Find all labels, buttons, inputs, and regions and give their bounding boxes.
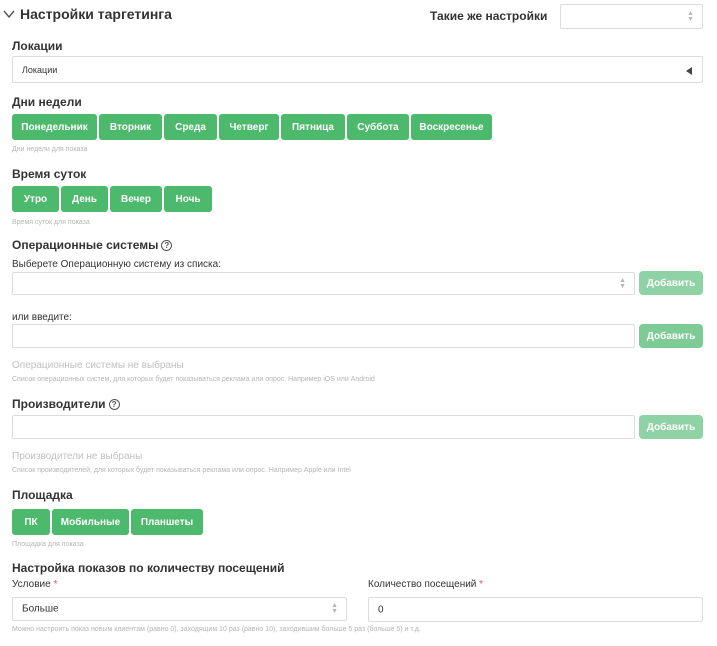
section-title: Настройки таргетинга <box>20 6 172 22</box>
day-button-monday[interactable]: Понедельник <box>12 114 97 140</box>
daytime-button-group: Утро День Вечер Ночь <box>12 186 212 212</box>
os-empty-text: Операционные системы не выбраны <box>12 360 184 371</box>
day-button-saturday[interactable]: Суббота <box>347 114 409 140</box>
sort-arrows-icon: ▲ ▼ <box>619 276 626 290</box>
locations-label: Локации <box>12 39 63 53</box>
os-hint: Список операционных систем, для которых … <box>12 376 375 383</box>
vendors-empty-text: Производители не выбраны <box>12 451 143 462</box>
os-or-label: или введите: <box>12 312 72 323</box>
help-icon[interactable]: ? <box>108 399 120 410</box>
visits-hint: Можно настроить показ новым клиентам (ра… <box>12 626 421 633</box>
sort-arrows-icon: ▲ ▼ <box>331 602 338 615</box>
vendors-label: Производители? <box>12 397 120 411</box>
platform-label: Площадка <box>12 488 73 502</box>
weekdays-hint: Дни недели для показа <box>12 146 88 153</box>
sort-arrows-icon: ▲ ▼ <box>687 9 694 23</box>
daytime-label: Время суток <box>12 167 87 181</box>
visits-label: Настройка показов по количеству посещени… <box>12 561 285 575</box>
day-button-tuesday[interactable]: Вторник <box>99 114 162 140</box>
os-select-label: Выберете Операционную систему из списка: <box>12 259 221 270</box>
visit-count-input[interactable]: 0 <box>368 597 703 622</box>
visit-count-label-text: Количество посещений <box>368 579 477 590</box>
time-button-evening[interactable]: Вечер <box>110 186 162 212</box>
chevron-down-icon[interactable] <box>2 7 16 21</box>
time-button-night[interactable]: Ночь <box>164 186 212 212</box>
day-button-wednesday[interactable]: Среда <box>164 114 217 140</box>
condition-label: Условие * <box>12 579 57 590</box>
time-button-day[interactable]: День <box>61 186 108 212</box>
vendors-add-button[interactable]: Добавить <box>639 415 703 439</box>
vendors-hint: Список производителей, для которых будет… <box>12 467 351 474</box>
os-label: Операционные системы? <box>12 238 173 252</box>
day-button-sunday[interactable]: Воскресенье <box>411 114 492 140</box>
day-button-thursday[interactable]: Четверг <box>219 114 279 140</box>
platform-hint: Площадка для показа <box>12 541 84 548</box>
condition-label-text: Условие <box>12 579 51 590</box>
caret-left-icon <box>686 67 692 75</box>
day-button-friday[interactable]: Пятница <box>281 114 345 140</box>
os-add-button[interactable]: Добавить <box>639 271 703 295</box>
os-select[interactable]: ▲ ▼ <box>12 272 635 295</box>
os-add-manual-button[interactable]: Добавить <box>639 324 703 348</box>
os-label-text: Операционные системы <box>12 238 159 252</box>
locations-select-value: Локации <box>22 64 58 75</box>
required-mark: * <box>479 579 484 590</box>
platform-button-mobile[interactable]: Мобильные <box>52 509 129 535</box>
condition-select[interactable]: Больше ▲ ▼ <box>12 597 347 621</box>
platform-button-tablet[interactable]: Планшеты <box>131 509 203 535</box>
visit-count-label: Количество посещений * <box>368 579 483 590</box>
vendors-input[interactable] <box>12 415 635 439</box>
daytime-hint: Время суток для показа <box>12 219 90 226</box>
os-input[interactable] <box>12 324 635 348</box>
visit-count-value: 0 <box>378 604 384 615</box>
locations-select[interactable]: Локации <box>12 56 703 83</box>
platform-button-group: ПК Мобильные Планшеты <box>12 509 203 535</box>
vendors-label-text: Производители <box>12 397 106 411</box>
time-button-morning[interactable]: Утро <box>12 186 59 212</box>
platform-button-pc[interactable]: ПК <box>12 509 50 535</box>
required-mark: * <box>53 579 58 590</box>
help-icon[interactable]: ? <box>161 240 173 251</box>
same-settings-label: Такие же настройки <box>430 9 548 23</box>
condition-select-value: Больше <box>22 603 59 615</box>
weekdays-button-group: Понедельник Вторник Среда Четверг Пятниц… <box>12 114 492 140</box>
same-settings-select[interactable]: ▲ ▼ <box>560 4 703 29</box>
weekdays-label: Дни недели <box>12 95 82 109</box>
